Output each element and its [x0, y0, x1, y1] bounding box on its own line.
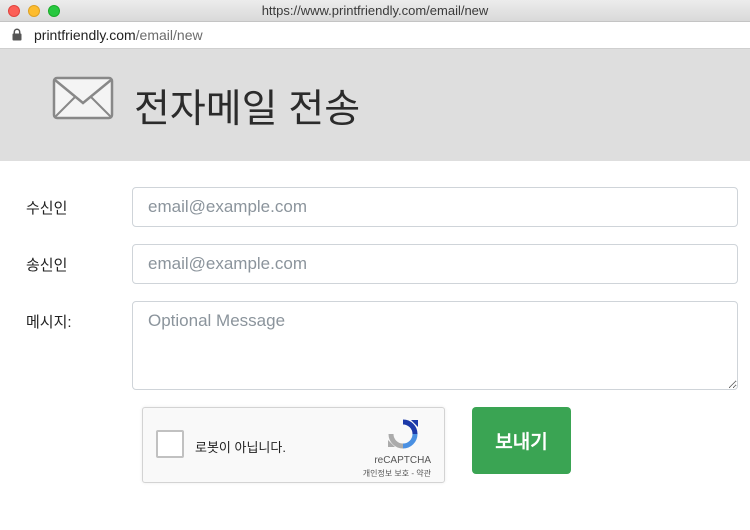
recaptcha-terms-link[interactable]: 약관	[416, 469, 431, 478]
address-bar[interactable]: printfriendly.com/email/new	[0, 22, 750, 49]
page-header: 전자메일 전송	[0, 49, 750, 161]
page-title: 전자메일 전송	[134, 88, 361, 131]
lock-icon	[12, 28, 22, 46]
sender-label: 송신인	[26, 257, 68, 274]
recaptcha-link-separator: -	[411, 469, 415, 478]
window-title: https://www.printfriendly.com/email/new	[261, 3, 489, 18]
url-path: /email/new	[135, 27, 203, 43]
recaptcha-widget: 로봇이 아닙니다. reCAPTCHA 개인정보 보호 - 약관	[142, 407, 445, 483]
envelope-icon	[52, 76, 114, 125]
send-button[interactable]: 보내기	[472, 407, 571, 474]
message-label: 메시지:	[26, 314, 72, 331]
recaptcha-links: 개인정보 보호 - 약관	[363, 468, 431, 479]
sender-email-input[interactable]	[132, 244, 738, 284]
recaptcha-logo-icon	[387, 418, 419, 455]
recipient-label: 수신인	[26, 200, 68, 217]
recaptcha-privacy-link[interactable]: 개인정보 보호	[363, 469, 409, 478]
recaptcha-checkbox-label: 로봇이 아닙니다.	[195, 440, 286, 455]
message-textarea[interactable]	[132, 301, 738, 390]
recipient-email-input[interactable]	[132, 187, 738, 227]
page-url[interactable]: printfriendly.com/email/new	[34, 27, 203, 43]
url-domain: printfriendly.com	[34, 27, 136, 43]
window-titlebar: https://www.printfriendly.com/email/new	[0, 0, 750, 22]
recaptcha-checkbox[interactable]	[156, 430, 184, 458]
recaptcha-brand: reCAPTCHA	[374, 455, 431, 466]
